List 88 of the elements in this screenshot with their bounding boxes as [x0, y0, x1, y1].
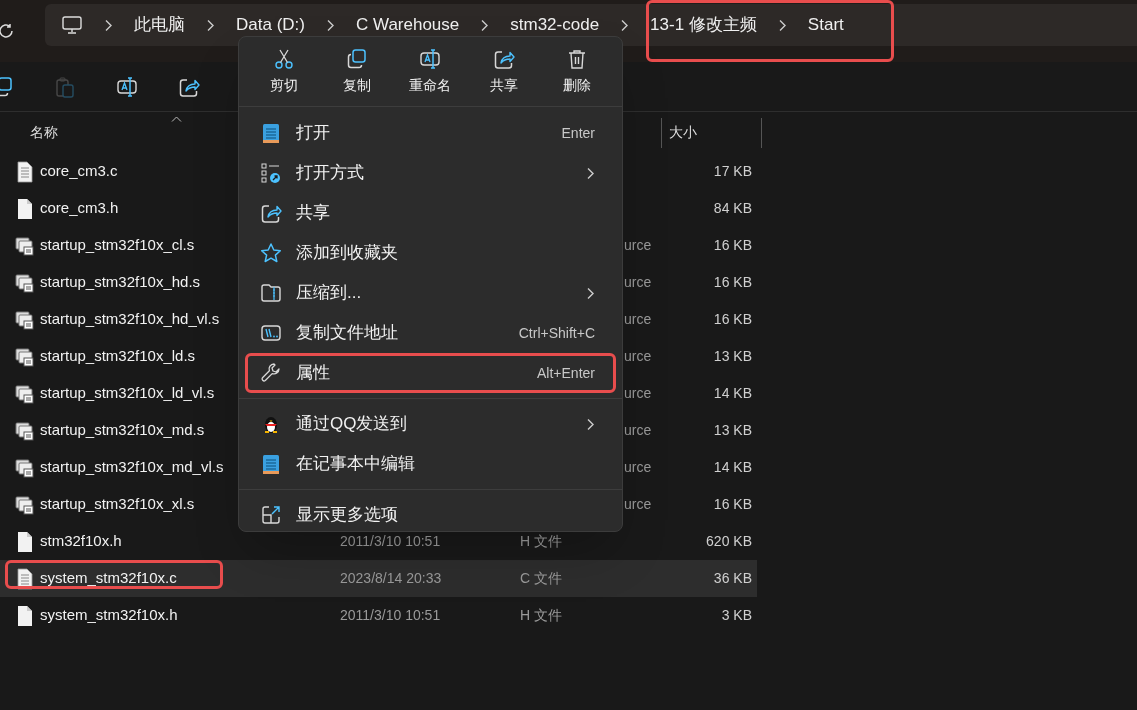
rename-icon	[419, 47, 442, 70]
menu-action-button[interactable]: 共享	[471, 47, 536, 96]
menu-item[interactable]: 属性 Alt+Enter	[245, 353, 616, 393]
zipped-folder-icon	[260, 282, 282, 304]
chevron-icon[interactable]	[777, 18, 787, 32]
size-cell-text: 14 KB	[713, 458, 752, 477]
chevron-icon[interactable]	[480, 18, 490, 32]
type-cell-text: urce	[624, 273, 652, 292]
type-cell-text: urce	[624, 347, 652, 366]
date-cell-text: 2023/8/14 20:33	[340, 569, 442, 588]
type-cell-text: urce	[624, 458, 652, 477]
size-cell-text: 14 KB	[713, 384, 752, 403]
rename-icon[interactable]	[116, 75, 138, 98]
wrench-icon	[260, 362, 282, 384]
menu-item[interactable]: 共享	[245, 193, 616, 233]
sort-caret-icon	[171, 116, 182, 122]
menu-action-button[interactable]: 删除	[545, 47, 610, 96]
breadcrumb-item[interactable]: Start	[807, 12, 844, 38]
type-cell-text: urce	[624, 236, 652, 255]
menu-action-button[interactable]: 重命名	[398, 47, 463, 96]
chevron-icon[interactable]	[206, 18, 215, 32]
shortcut-text: Enter	[561, 123, 595, 143]
notepad-icon	[260, 122, 282, 144]
menu-action-button[interactable]: 复制	[325, 47, 390, 96]
breadcrumb-item[interactable]: C Warehouse	[355, 12, 460, 38]
expand-icon	[260, 504, 282, 526]
size-cell-text: 16 KB	[713, 273, 752, 292]
type-cell-text: urce	[624, 421, 652, 440]
size-cell-text: 17 KB	[713, 162, 752, 181]
assembly-file-icon	[14, 234, 36, 257]
assembly-file-icon	[14, 382, 36, 405]
menu-action-button[interactable]: 剪切	[251, 47, 316, 96]
scissors-icon	[272, 47, 295, 70]
menu-item[interactable]: 添加到收藏夹	[245, 233, 616, 273]
assembly-file-icon	[14, 271, 36, 294]
chevron-icon[interactable]	[325, 18, 335, 32]
size-cell-text: 36 KB	[713, 569, 752, 588]
menu-item[interactable]: 通过QQ发送到	[245, 404, 616, 444]
share-icon	[260, 202, 282, 224]
assembly-file-icon	[14, 419, 36, 442]
size-cell-text: 620 KB	[706, 532, 752, 551]
breadcrumb-item[interactable]: 13-1 修改主频	[650, 12, 757, 38]
open-with-icon	[260, 162, 282, 184]
assembly-file-icon	[14, 456, 36, 479]
shortcut-text: Ctrl+Shift+C	[518, 323, 595, 343]
assembly-file-icon	[14, 493, 36, 516]
size-cell-text: 13 KB	[713, 421, 752, 440]
document-icon	[14, 567, 36, 590]
menu-item[interactable]: 压缩到...	[245, 273, 616, 313]
monitor-icon[interactable]	[61, 14, 83, 36]
notepad-icon	[260, 453, 282, 475]
breadcrumb-item[interactable]: 此电脑	[134, 12, 185, 38]
refresh-icon[interactable]	[0, 22, 14, 40]
type-cell-text: C 文件	[520, 569, 562, 588]
breadcrumb-item[interactable]: Data (D:)	[236, 12, 305, 38]
column-header[interactable]: 名称	[30, 122, 58, 143]
file-name[interactable]: system_stm32f10x.c	[40, 567, 330, 590]
date-cell-text: 2011/3/10 10:51	[340, 606, 441, 625]
size-cell-text: 3 KB	[721, 606, 752, 625]
date-cell-text: 2011/3/10 10:51	[340, 532, 441, 551]
menu-item[interactable]: 打开 Enter	[245, 113, 616, 153]
type-cell-text: H 文件	[520, 532, 562, 551]
size-cell-text: 13 KB	[713, 347, 752, 366]
column-header[interactable]: 大小	[669, 122, 697, 143]
chevron-icon[interactable]	[620, 18, 630, 32]
assembly-file-icon	[14, 345, 36, 368]
size-cell-text: 16 KB	[713, 495, 752, 514]
size-cell-text: 16 KB	[713, 236, 752, 255]
type-cell-text: urce	[624, 384, 652, 403]
menu-item[interactable]: 打开方式	[245, 153, 616, 193]
star-icon	[260, 242, 282, 264]
menu-item[interactable]: 复制文件地址 Ctrl+Shift+C	[245, 313, 616, 353]
size-cell-text: 84 KB	[713, 199, 752, 218]
selected-row[interactable]: system_stm32f10x.c 2023/8/14 20:33 C 文件 36 KB	[0, 560, 757, 597]
chevron-icon[interactable]	[104, 18, 113, 32]
document-icon	[14, 160, 36, 183]
file-name[interactable]: system_stm32f10x.h	[40, 604, 330, 627]
menu-item[interactable]: 在记事本中编辑	[245, 444, 616, 484]
assembly-file-icon	[14, 308, 36, 331]
type-cell-text: H 文件	[520, 606, 562, 625]
type-cell-text: urce	[624, 495, 652, 514]
breadcrumb-item[interactable]: stm32-code	[510, 12, 600, 38]
shortcut-text: Alt+Enter	[537, 363, 595, 383]
copy-icon	[346, 47, 369, 70]
type-cell-text: urce	[624, 310, 652, 329]
address-bar[interactable]: 此电脑 Data (D:) C Warehouse stm32-code 13-1 修改主频 Start	[45, 4, 1137, 46]
size-cell-text: 16 KB	[713, 310, 752, 329]
file-path-icon	[260, 322, 282, 344]
